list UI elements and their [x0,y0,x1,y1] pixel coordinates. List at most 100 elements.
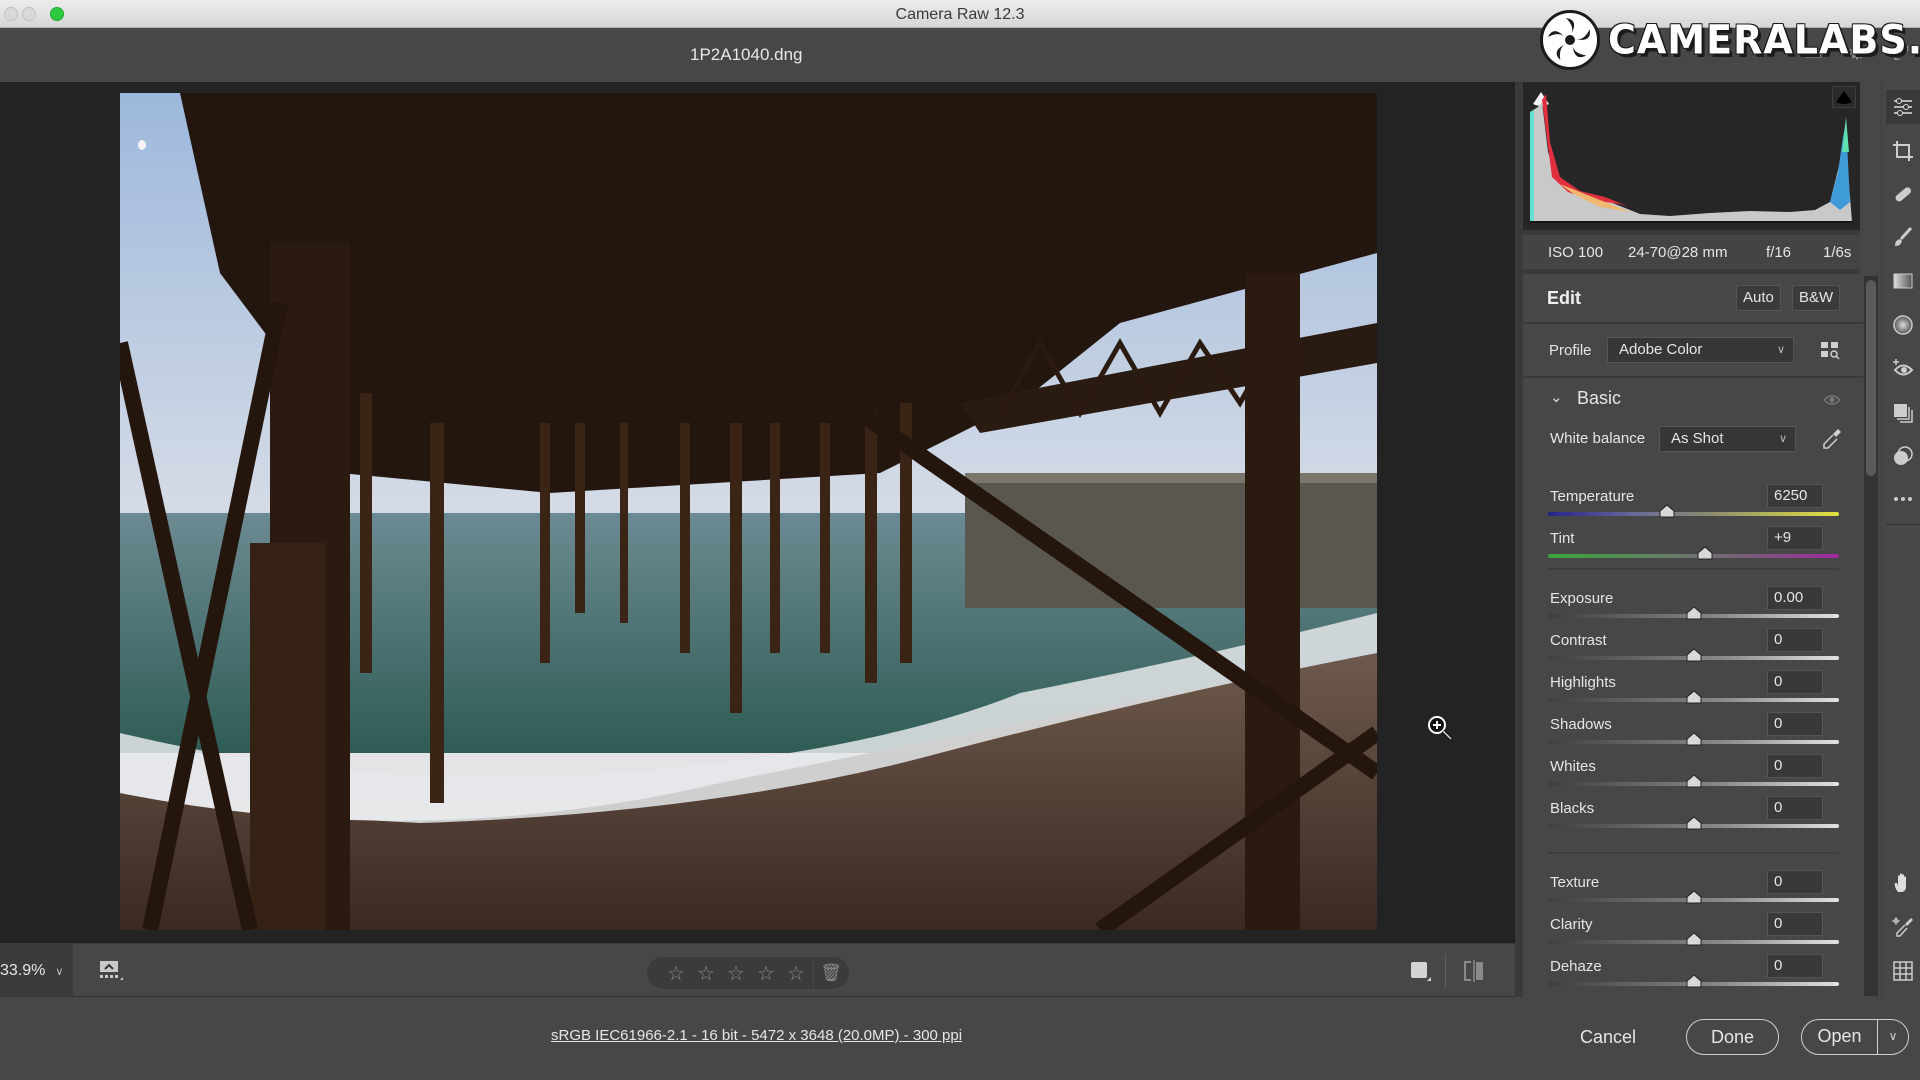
exif-info: ISO 100 24-70@28 mm f/16 1/6s [1523,235,1860,269]
slider-label: Whites [1550,758,1596,775]
hand-icon[interactable] [1886,866,1920,900]
histogram [1523,82,1860,230]
slider-value-input[interactable]: 0 [1767,670,1823,694]
slider-value-input[interactable]: 6250 [1767,484,1823,508]
slider-thumb[interactable] [1686,816,1702,830]
slider-track[interactable] [1548,512,1839,516]
tool-divider [1886,524,1920,525]
slider-thumb[interactable] [1686,974,1702,988]
rating-star-4[interactable]: ☆ [751,961,781,986]
slider-thumb[interactable] [1686,690,1702,704]
slider-highlights: Highlights 0 [1523,670,1863,716]
workflow-options-link[interactable]: sRGB IEC61966-2.1 - 16 bit - 5472 x 3648… [551,1027,962,1044]
slider-clarity: Clarity 0 [1523,912,1863,958]
chevron-down-icon: ∨ [55,965,64,978]
basic-section-header[interactable]: ⌄ Basic [1523,378,1863,422]
watermark: CAMERALABS.COM [1540,10,1920,70]
chevron-down-icon: ∨ [1778,433,1787,445]
presets-icon[interactable] [1886,439,1920,473]
slider-thumb[interactable] [1686,890,1702,904]
slider-blacks: Blacks 0 [1523,796,1863,842]
slider-label: Dehaze [1550,958,1602,975]
slider-thumb[interactable] [1686,606,1702,620]
slider-thumb[interactable] [1686,732,1702,746]
rating-star-3[interactable]: ☆ [721,961,751,986]
crop-rotate-icon[interactable] [1886,134,1920,168]
chevron-down-icon: ⌄ [1550,389,1563,406]
color-sampler-icon[interactable] [1886,910,1920,944]
rating-star-5[interactable]: ☆ [781,961,811,986]
bw-button[interactable]: B&W [1792,285,1841,311]
slider-value-input[interactable]: 0 [1767,754,1823,778]
section-divider [1548,852,1839,854]
dialog-footer: sRGB IEC61966-2.1 - 16 bit - 5472 x 3648… [0,997,1920,1080]
slider-value-input[interactable]: 0 [1767,712,1823,736]
filmstrip-toggle-icon[interactable] [98,959,126,983]
slider-tint: Tint +9 [1523,526,1863,572]
chevron-down-icon: ∨ [1776,344,1785,356]
auto-button[interactable]: Auto [1736,285,1781,311]
slider-texture: Texture 0 [1523,870,1863,916]
slider-label: Texture [1550,874,1600,891]
slider-thumb[interactable] [1659,504,1675,518]
graduated-filter-icon[interactable] [1886,264,1920,298]
open-options-dropdown[interactable]: ∨ [1878,1020,1908,1054]
slider-label: Tint [1550,530,1575,547]
profile-dropdown[interactable]: Adobe Color ∨ [1607,337,1794,363]
scrollbar-thumb[interactable] [1866,280,1876,476]
slider-value-input[interactable]: 0 [1767,954,1823,978]
slider-value-input[interactable]: 0.00 [1767,586,1823,610]
slider-value-input[interactable]: 0 [1767,796,1823,820]
slider-shadows: Shadows 0 [1523,712,1863,758]
slider-value-input[interactable]: 0 [1767,870,1823,894]
edit-sliders-icon[interactable] [1886,90,1920,124]
zoom-level-dropdown[interactable]: 33.9% ∨ [0,944,73,998]
eye-visibility-icon[interactable] [1823,394,1841,406]
slider-thumb[interactable] [1686,932,1702,946]
open-button[interactable]: Open [1802,1020,1878,1054]
aperture-logo-icon [1540,10,1600,70]
slider-value-input[interactable]: 0 [1767,628,1823,652]
trash-icon[interactable]: 🗑 [814,963,848,983]
healing-bandage-icon[interactable] [1886,177,1920,211]
profile-value: Adobe Color [1619,341,1703,358]
slider-label: Contrast [1550,632,1607,649]
slider-temperature: Temperature 6250 [1523,484,1863,530]
slider-thumb[interactable] [1697,546,1713,560]
slider-dehaze: Dehaze 0 [1523,954,1863,997]
eyedropper-icon[interactable] [1821,427,1843,451]
rating-bar: ☆ ☆ ☆ ☆ ☆ 🗑 [647,957,849,989]
slider-contrast: Contrast 0 [1523,628,1863,674]
done-button[interactable]: Done [1686,1019,1779,1055]
camera-raw-window: Camera Raw 12.3 1P2A1040.dng ▭ ⚙ ⤢ CAMER… [0,0,1920,1080]
profile-label: Profile [1549,342,1592,359]
snapshots-icon[interactable] [1886,396,1920,430]
photo-preview[interactable] [120,93,1377,930]
red-eye-icon[interactable] [1886,352,1920,386]
adjustment-brush-icon[interactable] [1886,220,1920,254]
exif-iso: ISO 100 [1548,243,1604,261]
slider-thumb[interactable] [1686,774,1702,788]
profile-browser-icon[interactable] [1820,341,1842,361]
panel-scrollbar[interactable] [1864,276,1878,996]
rating-star-1[interactable]: ☆ [661,961,691,986]
slider-thumb[interactable] [1686,648,1702,662]
more-icon[interactable] [1886,482,1920,516]
before-after-icon[interactable] [1462,959,1486,983]
white-balance-dropdown[interactable]: As Shot ∨ [1659,426,1796,452]
single-view-icon[interactable] [1409,959,1433,983]
slider-whites: Whites 0 [1523,754,1863,800]
basic-section-title: Basic [1577,388,1622,408]
image-canvas[interactable] [0,82,1515,943]
slider-label: Clarity [1550,916,1593,933]
slider-track[interactable] [1548,554,1839,558]
cancel-button[interactable]: Cancel [1568,1019,1648,1055]
radial-filter-icon[interactable] [1886,308,1920,342]
grid-icon[interactable] [1886,954,1920,988]
edit-controls: Edit Auto B&W Profile Adobe Color ∨ ⌄ Ba… [1523,274,1863,997]
slider-value-input[interactable]: +9 [1767,526,1823,550]
open-button-group: Open ∨ [1801,1019,1909,1055]
image-toolbar: 33.9% ∨ ☆ ☆ ☆ ☆ ☆ 🗑 [0,943,1515,998]
rating-star-2[interactable]: ☆ [691,961,721,986]
slider-value-input[interactable]: 0 [1767,912,1823,936]
